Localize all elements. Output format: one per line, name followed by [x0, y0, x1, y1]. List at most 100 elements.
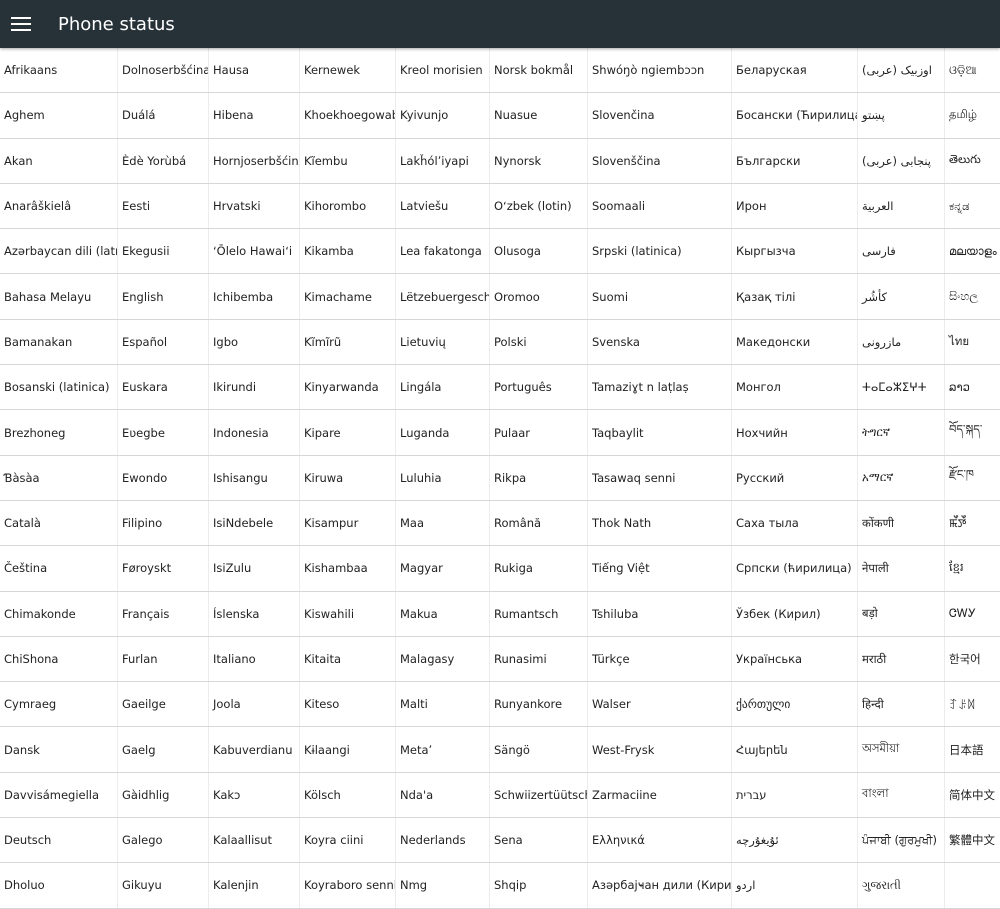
language-item[interactable]: Shwóŋò ngiembɔɔn: [588, 48, 732, 93]
language-item[interactable]: ខ្មែរ: [945, 546, 1000, 591]
language-item[interactable]: Aghem: [0, 93, 118, 138]
language-item[interactable]: ʻŌlelo Hawaiʻi: [209, 229, 300, 274]
language-item[interactable]: Anarâškielâ: [0, 183, 118, 229]
language-item[interactable]: Malti: [396, 682, 490, 727]
language-item[interactable]: Kisampur: [300, 500, 396, 546]
language-item[interactable]: कोंकणी: [858, 500, 945, 546]
language-item[interactable]: Kikamba: [300, 229, 396, 274]
language-item[interactable]: Русский: [732, 455, 858, 500]
language-item[interactable]: Rukiga: [490, 546, 588, 591]
language-item[interactable]: Kitaita: [300, 636, 396, 682]
language-item[interactable]: Èdè Yorùbá: [118, 138, 209, 183]
language-item[interactable]: Čeština: [0, 546, 118, 591]
language-item[interactable]: ગુજરાતી: [858, 863, 945, 908]
language-item[interactable]: Maa: [396, 500, 490, 546]
language-item[interactable]: Norsk bokmål: [490, 48, 588, 93]
language-item[interactable]: Hrvatski: [209, 183, 300, 229]
language-item[interactable]: Kipare: [300, 410, 396, 455]
language-item[interactable]: 简体中文: [945, 772, 1000, 818]
language-item[interactable]: Runasimi: [490, 636, 588, 682]
language-item[interactable]: Ndaꞌa: [396, 772, 490, 818]
language-item[interactable]: Kishambaa: [300, 546, 396, 591]
language-item[interactable]: IsiNdebele: [209, 500, 300, 546]
language-item[interactable]: རྫོང་ཁ: [945, 455, 1000, 500]
language-item[interactable]: Luluhia: [396, 455, 490, 500]
language-item[interactable]: नेपाली: [858, 546, 945, 591]
language-item[interactable]: ქართული: [732, 682, 858, 727]
language-item[interactable]: 繁體中文: [945, 818, 1000, 863]
language-item[interactable]: Brezhoneg: [0, 410, 118, 455]
language-item[interactable]: Саха тыла: [732, 500, 858, 546]
language-item[interactable]: Lingála: [396, 365, 490, 410]
language-item[interactable]: مازرونی: [858, 319, 945, 365]
language-item[interactable]: Беларуская: [732, 48, 858, 93]
language-item[interactable]: Rumantsch: [490, 591, 588, 636]
language-item[interactable]: Joola: [209, 682, 300, 727]
language-item[interactable]: Português: [490, 365, 588, 410]
language-item[interactable]: Gàidhlig: [118, 772, 209, 818]
language-item[interactable]: Dansk: [0, 727, 118, 772]
language-item[interactable]: Kreol morisien: [396, 48, 490, 93]
language-item[interactable]: मराठी: [858, 636, 945, 682]
language-item[interactable]: Kiswahili: [300, 591, 396, 636]
language-item[interactable]: ລາວ: [945, 365, 1000, 410]
language-item[interactable]: Hibena: [209, 93, 300, 138]
language-item[interactable]: Pulaar: [490, 410, 588, 455]
language-item[interactable]: Eʋegbe: [118, 410, 209, 455]
language-item[interactable]: Cymraeg: [0, 682, 118, 727]
language-item[interactable]: Italiano: [209, 636, 300, 682]
language-item[interactable]: Kalenjin: [209, 863, 300, 908]
language-item[interactable]: 日本語: [945, 727, 1000, 772]
language-item[interactable]: Ikirundi: [209, 365, 300, 410]
language-item[interactable]: Kiruwa: [300, 455, 396, 500]
language-item[interactable]: Kihorombo: [300, 183, 396, 229]
language-item[interactable]: Srpski (latinica): [588, 229, 732, 274]
language-item[interactable]: Schwiizertüütsch: [490, 772, 588, 818]
language-item[interactable]: Olusoga: [490, 229, 588, 274]
language-item[interactable]: Kɨlaangi: [300, 727, 396, 772]
language-item[interactable]: Oromoo: [490, 274, 588, 319]
language-item[interactable]: Igbo: [209, 319, 300, 365]
language-item[interactable]: Nuasue: [490, 93, 588, 138]
language-item[interactable]: Magyar: [396, 546, 490, 591]
language-item[interactable]: Khoekhoegowab: [300, 93, 396, 138]
language-item[interactable]: Hausa: [209, 48, 300, 93]
language-item[interactable]: English: [118, 274, 209, 319]
language-item[interactable]: Polski: [490, 319, 588, 365]
language-item[interactable]: बड़ो: [858, 591, 945, 636]
language-item[interactable]: IsiZulu: [209, 546, 300, 591]
language-item[interactable]: Suomi: [588, 274, 732, 319]
language-item[interactable]: Gaeilge: [118, 682, 209, 727]
language-item[interactable]: Ekegusii: [118, 229, 209, 274]
language-item[interactable]: Lëtzebuergesch: [396, 274, 490, 319]
language-item[interactable]: Slovenčina: [588, 93, 732, 138]
language-item[interactable]: Босански (Ћирилица): [732, 93, 858, 138]
language-item[interactable]: Shqip: [490, 863, 588, 908]
language-item[interactable]: Nmg: [396, 863, 490, 908]
language-item[interactable]: Нохчийн: [732, 410, 858, 455]
language-item[interactable]: Gikuyu: [118, 863, 209, 908]
language-item[interactable]: Азәрбајҹан дили (Кирил): [588, 863, 732, 908]
language-item[interactable]: Kakɔ: [209, 772, 300, 818]
language-item[interactable]: پښتو: [858, 93, 945, 138]
language-item[interactable]: Walser: [588, 682, 732, 727]
language-item[interactable]: Kiteso: [300, 682, 396, 727]
language-item[interactable]: Nynorsk: [490, 138, 588, 183]
language-item[interactable]: [945, 863, 1000, 908]
language-item[interactable]: Tshiluba: [588, 591, 732, 636]
language-item[interactable]: Dolnoserbšćina: [118, 48, 209, 93]
language-item[interactable]: فارسی: [858, 229, 945, 274]
language-item[interactable]: Koyra ciini: [300, 818, 396, 863]
language-item[interactable]: ಕನ್ನಡ: [945, 183, 1000, 229]
language-item[interactable]: తెలుగు: [945, 138, 1000, 183]
language-item[interactable]: Ўзбек (Кирил): [732, 591, 858, 636]
language-item[interactable]: اوزبیک (عربی): [858, 48, 945, 93]
language-item[interactable]: Furlan: [118, 636, 209, 682]
language-item[interactable]: Ирон: [732, 183, 858, 229]
language-item[interactable]: Sena: [490, 818, 588, 863]
language-item[interactable]: Davvisámegiella: [0, 772, 118, 818]
language-item[interactable]: ਪੰਜਾਬੀ (ਗੁਰਮੁਖੀ): [858, 818, 945, 863]
language-item[interactable]: Tasawaq senni: [588, 455, 732, 500]
language-item[interactable]: Makua: [396, 591, 490, 636]
language-item[interactable]: ᏣᎳᎩ: [945, 591, 1000, 636]
